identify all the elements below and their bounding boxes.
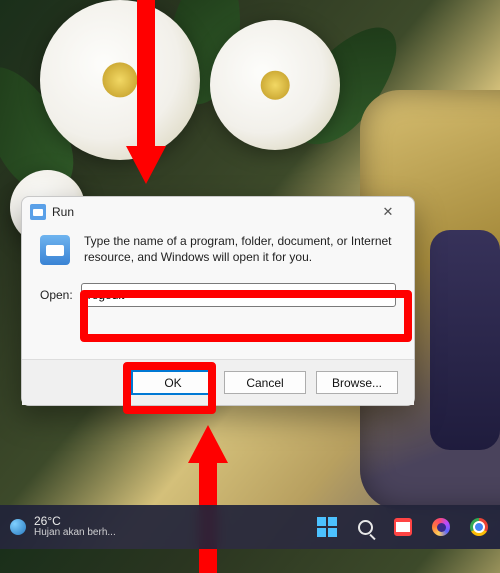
windows-logo-icon — [317, 517, 337, 537]
weather-icon — [10, 519, 26, 535]
close-button[interactable]: ✕ — [370, 204, 406, 220]
run-titlebar-icon — [30, 204, 46, 220]
annotation-arrow-up — [188, 425, 228, 463]
browse-button[interactable]: Browse... — [316, 371, 398, 394]
open-input[interactable] — [82, 288, 377, 302]
open-label: Open: — [40, 288, 73, 302]
button-row: OK Cancel Browse... — [22, 359, 414, 405]
window-title: Run — [52, 205, 370, 219]
wallpaper-flower — [40, 0, 200, 160]
taskbar-weather-widget[interactable]: 26°C Hujan akan berh... — [0, 515, 116, 538]
ok-button[interactable]: OK — [132, 371, 214, 394]
taskbar-app-1[interactable] — [392, 516, 414, 538]
chevron-down-icon[interactable]: ▾ — [377, 290, 395, 301]
wallpaper-flower — [210, 20, 340, 150]
open-combobox[interactable]: ▾ — [81, 283, 396, 307]
taskbar-search-button[interactable] — [354, 516, 376, 538]
cancel-button[interactable]: Cancel — [224, 371, 306, 394]
run-description: Type the name of a program, folder, docu… — [84, 233, 396, 265]
title-bar[interactable]: Run ✕ — [22, 197, 414, 227]
app-icon — [394, 518, 412, 536]
run-icon — [40, 235, 70, 265]
chrome-icon — [470, 518, 488, 536]
taskbar: 26°C Hujan akan berh... — [0, 505, 500, 549]
taskbar-chrome[interactable] — [468, 516, 490, 538]
start-button[interactable] — [316, 516, 338, 538]
search-icon — [358, 520, 373, 535]
firefox-icon — [432, 518, 450, 536]
weather-condition: Hujan akan berh... — [34, 528, 116, 539]
taskbar-firefox[interactable] — [430, 516, 452, 538]
run-dialog: Run ✕ Type the name of a program, folder… — [21, 196, 415, 406]
annotation-arrow-down — [126, 146, 166, 184]
